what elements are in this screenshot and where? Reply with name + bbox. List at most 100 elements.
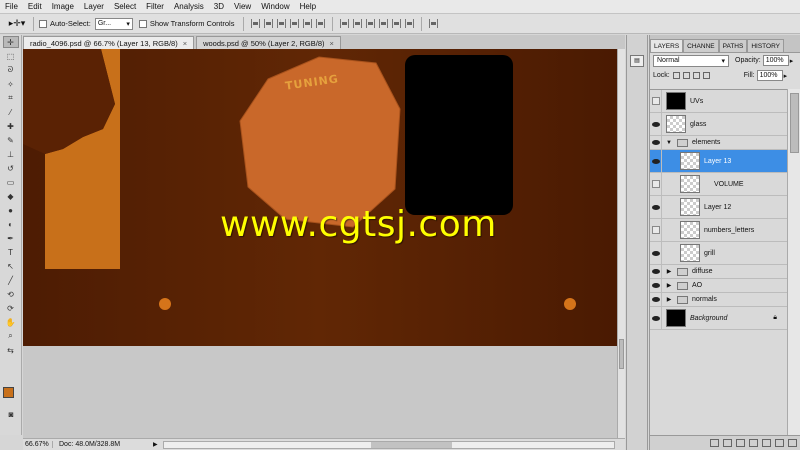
- menu-item[interactable]: Image: [47, 0, 79, 14]
- magic-wand-icon[interactable]: ✧: [3, 78, 19, 90]
- visibility-toggle[interactable]: [650, 279, 662, 292]
- menu-item[interactable]: Analysis: [169, 0, 209, 14]
- fill-field[interactable]: 100%: [756, 70, 783, 81]
- visibility-toggle[interactable]: [650, 113, 662, 135]
- layer-name[interactable]: Layer 12: [704, 204, 731, 211]
- layer-name[interactable]: numbers_letters: [704, 227, 754, 234]
- panel-tab[interactable]: HISTORY: [747, 39, 785, 52]
- new-layer-icon[interactable]: [775, 439, 784, 447]
- menu-item[interactable]: Edit: [23, 0, 47, 14]
- marquee-tool-icon[interactable]: ⬚: [3, 50, 19, 62]
- checkbox-box[interactable]: [39, 19, 47, 28]
- align-icon[interactable]: [264, 19, 274, 28]
- visibility-toggle[interactable]: [650, 293, 662, 306]
- layer-name[interactable]: normals: [692, 296, 717, 303]
- layer-thumbnail[interactable]: [680, 244, 700, 262]
- chevron-right-icon[interactable]: ▶: [665, 296, 673, 303]
- menu-item[interactable]: Window: [256, 0, 294, 14]
- menu-item[interactable]: Layer: [79, 0, 109, 14]
- document-tab[interactable]: woods.psd @ 50% (Layer 2, RGB/8) ×: [196, 36, 341, 49]
- move-tool-icon[interactable]: ✛: [2, 36, 19, 48]
- chevron-down-icon[interactable]: ▼: [665, 140, 673, 146]
- document-tab[interactable]: radio_4096.psd @ 66.7% (Layer 13, RGB/8)…: [23, 36, 195, 50]
- align-icon[interactable]: [405, 19, 415, 28]
- layer-name[interactable]: AO: [692, 282, 702, 289]
- shape-tool-icon[interactable]: ╱: [3, 274, 19, 286]
- document-canvas[interactable]: TUNING: [23, 49, 617, 346]
- chevron-right-icon[interactable]: ▸: [790, 57, 794, 65]
- lock-transparent-icon[interactable]: [672, 72, 680, 79]
- lock-pixels-icon[interactable]: [682, 72, 690, 79]
- lock-position-icon[interactable]: [692, 72, 700, 79]
- layer-row[interactable]: VOLUME: [650, 173, 787, 196]
- close-icon[interactable]: ×: [330, 37, 334, 50]
- brush-tool-icon[interactable]: ✎: [3, 134, 19, 146]
- layer-row[interactable]: glass: [650, 113, 787, 136]
- visibility-toggle[interactable]: [650, 242, 662, 264]
- lock-all-icon[interactable]: [702, 72, 710, 79]
- align-icon[interactable]: [366, 19, 376, 28]
- menu-item[interactable]: Select: [109, 0, 141, 14]
- layer-row[interactable]: Layer 13: [650, 150, 787, 173]
- panel-tab[interactable]: LAYERS: [650, 39, 684, 52]
- layer-group-row[interactable]: ▼ elements: [650, 136, 787, 150]
- 3d-orbit-icon[interactable]: ⟳: [3, 302, 19, 314]
- align-icon[interactable]: [379, 19, 389, 28]
- align-icon[interactable]: [392, 19, 402, 28]
- align-icon[interactable]: [290, 19, 300, 28]
- align-icon[interactable]: [251, 19, 261, 28]
- align-icon[interactable]: [353, 19, 363, 28]
- menu-item[interactable]: View: [229, 0, 256, 14]
- layer-name[interactable]: VOLUME: [714, 181, 744, 188]
- visibility-toggle[interactable]: [650, 90, 662, 112]
- status-arrow-icon[interactable]: ▶: [153, 441, 163, 448]
- layers-scrollbar[interactable]: [787, 89, 800, 435]
- pen-tool-icon[interactable]: ✒: [3, 232, 19, 244]
- auto-select-checkbox[interactable]: Auto-Select:: [39, 19, 91, 28]
- layer-thumbnail[interactable]: [680, 175, 700, 193]
- layer-group-row[interactable]: ▶ diffuse: [650, 265, 787, 279]
- visibility-toggle[interactable]: [650, 150, 662, 172]
- menu-item[interactable]: 3D: [209, 0, 229, 14]
- layer-row[interactable]: numbers_letters: [650, 219, 787, 242]
- layer-name[interactable]: Layer 13: [704, 158, 731, 165]
- layer-name[interactable]: glass: [690, 121, 706, 128]
- blur-tool-icon[interactable]: ●: [3, 204, 19, 216]
- swap-colors-icon[interactable]: ⇆: [3, 344, 19, 356]
- layer-name[interactable]: Background: [690, 315, 727, 322]
- visibility-toggle[interactable]: [650, 136, 662, 149]
- menu-item[interactable]: File: [0, 0, 23, 14]
- close-icon[interactable]: ×: [183, 37, 187, 50]
- layer-thumbnail[interactable]: [666, 115, 686, 133]
- zoom-tool-icon[interactable]: ⌕: [3, 330, 19, 342]
- layer-row[interactable]: Background 🔒︎: [650, 307, 787, 330]
- 3d-rotate-icon[interactable]: ⟲: [3, 288, 19, 300]
- visibility-toggle[interactable]: [650, 173, 662, 195]
- stamp-tool-icon[interactable]: ⊥: [3, 148, 19, 160]
- align-icon[interactable]: [340, 19, 350, 28]
- visibility-toggle[interactable]: [650, 196, 662, 218]
- horizontal-scrollbar[interactable]: [163, 440, 615, 449]
- auto-select-dropdown[interactable]: Gr... ▾: [94, 17, 133, 30]
- vertical-scrollbar[interactable]: [617, 49, 625, 438]
- layer-row[interactable]: UVs: [650, 90, 787, 113]
- panel-tab[interactable]: CHANNE: [683, 39, 719, 52]
- foreground-color-swatch[interactable]: [3, 387, 14, 398]
- layer-group-row[interactable]: ▶ normals: [650, 293, 787, 307]
- scroll-thumb[interactable]: [371, 441, 452, 448]
- panel-tab[interactable]: PATHS: [718, 39, 748, 52]
- layer-name[interactable]: grill: [704, 250, 715, 257]
- align-icon[interactable]: [277, 19, 287, 28]
- adjustment-icon[interactable]: [749, 439, 758, 447]
- visibility-toggle[interactable]: [650, 265, 662, 278]
- move-tool-icon[interactable]: ▸✛▾: [6, 16, 28, 32]
- trash-icon[interactable]: [788, 439, 797, 447]
- fx-icon[interactable]: [723, 439, 732, 447]
- layer-name[interactable]: elements: [692, 139, 720, 146]
- layer-thumbnail[interactable]: [680, 198, 700, 216]
- align-icon[interactable]: [303, 19, 313, 28]
- scroll-thumb[interactable]: [619, 339, 624, 369]
- chevron-right-icon[interactable]: ▸: [784, 72, 788, 80]
- layer-thumbnail[interactable]: [666, 309, 686, 327]
- visibility-toggle[interactable]: [650, 219, 662, 241]
